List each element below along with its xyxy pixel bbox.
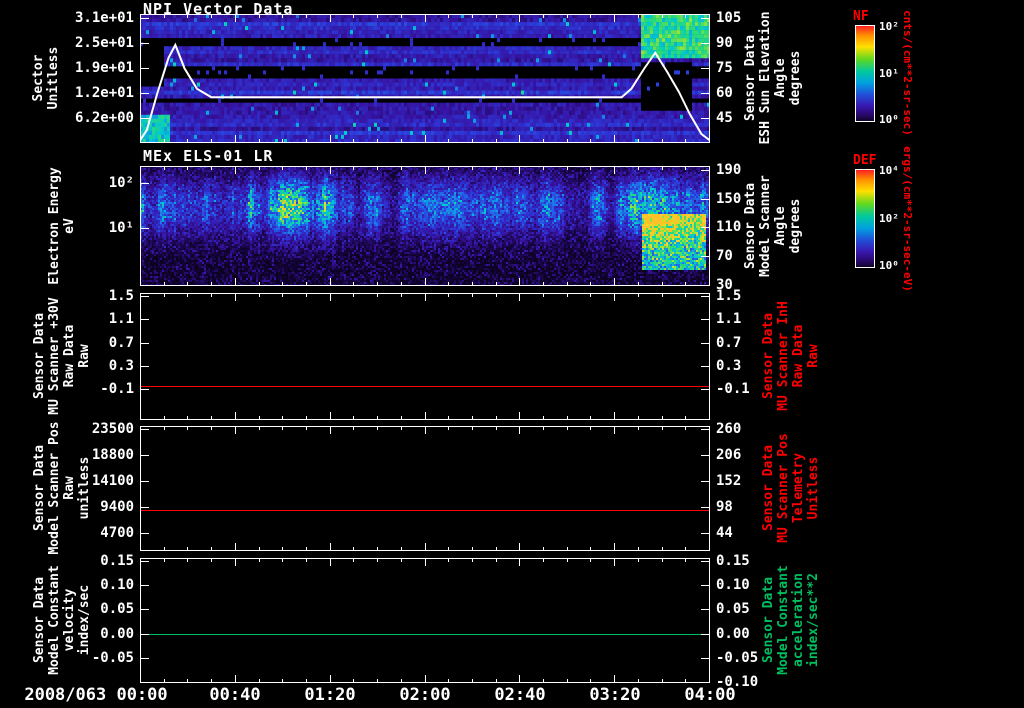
left-axis-tick-label: 1.9e+01 — [74, 60, 134, 77]
right-axis-tick-label: -0.10 — [716, 674, 759, 691]
colorbar1-label: NF — [853, 9, 869, 24]
colorbar-tick-label: 10⁰ — [879, 113, 899, 127]
right-axis-tick-label: -0.05 — [716, 649, 759, 666]
panel1-left-axis-label: Sector Unitless — [31, 46, 61, 110]
x-tick-label-start: 2008/063 00:00 — [24, 685, 168, 705]
right-axis-tick-label: 0.00 — [716, 625, 750, 642]
model-constant-line-plot — [140, 558, 710, 683]
left-axis-tick-label: 0.10 — [100, 577, 134, 594]
scanner-pos-line-plot — [140, 426, 710, 551]
mu-scanner-line-plot — [140, 293, 710, 420]
panel4-right-axis-label: Sensor Data MU Scanner Pos Telemetry Uni… — [761, 433, 821, 543]
colorbar-tick-label: 10⁰ — [879, 259, 899, 273]
left-axis-tick-label: 6.2e+00 — [74, 110, 134, 126]
colorbar2-gradient — [855, 169, 875, 268]
left-axis-tick-label: 0.15 — [100, 552, 134, 569]
colorbar-tick-label: 10⁴ — [879, 163, 899, 177]
right-axis-tick-label: 260 — [716, 420, 742, 437]
right-axis-tick-label: 0.3 — [716, 357, 742, 374]
right-axis-tick-label: 105 — [716, 10, 742, 26]
right-axis-tick-label: 60 — [716, 85, 733, 101]
colorbar-tick-label: 10² — [879, 211, 899, 225]
right-axis-tick-label: 150 — [716, 190, 742, 207]
right-axis-tick-label: 70 — [716, 248, 733, 264]
panel3-right-axis-label: Sensor Data MU Scanner InH Raw Data Raw — [761, 301, 821, 411]
left-axis-tick-label: 0.00 — [100, 625, 134, 642]
right-axis-tick-label: 0.05 — [716, 601, 750, 618]
right-axis-tick-label: 190 — [716, 162, 742, 179]
right-axis-tick-label: 90 — [716, 35, 733, 51]
left-axis-tick-label: 1.1 — [108, 311, 134, 328]
panel2-title: MEx ELS-01 LR — [143, 147, 274, 165]
left-axis-tick-label: 0.7 — [108, 334, 134, 351]
right-axis-tick-label: 0.10 — [716, 577, 750, 594]
right-axis-tick-label: 44 — [716, 524, 733, 541]
els-spectrogram — [140, 166, 710, 286]
right-axis-tick-label: 206 — [716, 446, 742, 463]
colorbar1-gradient — [855, 25, 875, 122]
left-axis-tick-label: 2.5e+01 — [74, 35, 134, 52]
right-axis-tick-label: 45 — [716, 110, 733, 126]
left-axis-tick-label: 3.1e+01 — [74, 10, 134, 27]
colorbar1-units: cnts/(cm**2-sr-sec) — [901, 10, 914, 136]
x-tick-label: 02:00 — [399, 685, 451, 705]
left-axis-tick-label: 1.5 — [108, 287, 134, 304]
colorbar-tick-label: 10² — [879, 19, 899, 33]
colorbar-tick-label: 10¹ — [879, 66, 899, 80]
left-axis-tick-label: -0.05 — [91, 649, 134, 666]
x-tick-label: 01:20 — [304, 685, 356, 705]
left-axis-tick-label: 18800 — [91, 446, 134, 463]
left-axis-tick-label: 4700 — [100, 524, 134, 541]
right-axis-tick-label: 0.15 — [716, 552, 750, 569]
panel5-right-axis-label: Sensor Data Model Constant acceleration … — [761, 565, 821, 675]
right-axis-tick-label: -0.1 — [716, 381, 750, 398]
left-axis-tick-label: 0.05 — [100, 601, 134, 618]
npi-spectrogram — [140, 14, 710, 143]
science-plot-page: NPI Vector Data MEx ELS-01 LR Sector Uni… — [0, 0, 1024, 708]
colorbar2-label: DEF — [853, 153, 877, 168]
x-tick-label: 00:40 — [209, 685, 261, 705]
x-tick-label: 03:20 — [589, 685, 641, 705]
left-axis-tick-label: 1.2e+01 — [74, 85, 134, 101]
right-axis-tick-label: 152 — [716, 472, 742, 489]
right-axis-tick-label: 1.1 — [716, 311, 742, 328]
left-axis-tick-label: 10¹ — [108, 219, 134, 236]
left-axis-tick-label: 10² — [108, 175, 134, 192]
left-axis-tick-label: -0.1 — [100, 381, 134, 398]
colorbar2-units: ergs/(cm**2-sr-sec-eV) — [901, 146, 914, 292]
left-axis-tick-label: 9400 — [100, 498, 134, 515]
right-axis-tick-label: 75 — [716, 60, 733, 76]
right-axis-tick-label: 0.7 — [716, 334, 742, 351]
x-tick-label: 02:40 — [494, 685, 546, 705]
right-axis-tick-label: 1.5 — [716, 287, 742, 304]
left-axis-tick-label: 14100 — [91, 472, 134, 489]
right-axis-tick-label: 110 — [716, 219, 742, 236]
left-axis-tick-label: 0.3 — [108, 357, 134, 374]
left-axis-tick-label: 23500 — [91, 420, 134, 437]
right-axis-tick-label: 98 — [716, 498, 733, 515]
